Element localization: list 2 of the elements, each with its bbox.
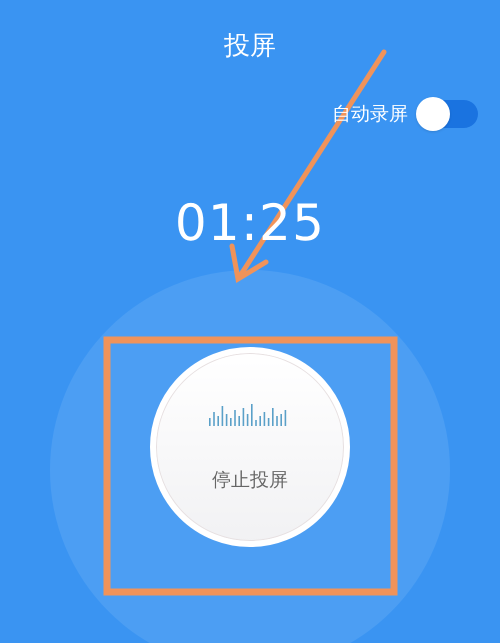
- screen-title: 投屏: [224, 30, 276, 63]
- auto-record-toggle[interactable]: [418, 100, 478, 128]
